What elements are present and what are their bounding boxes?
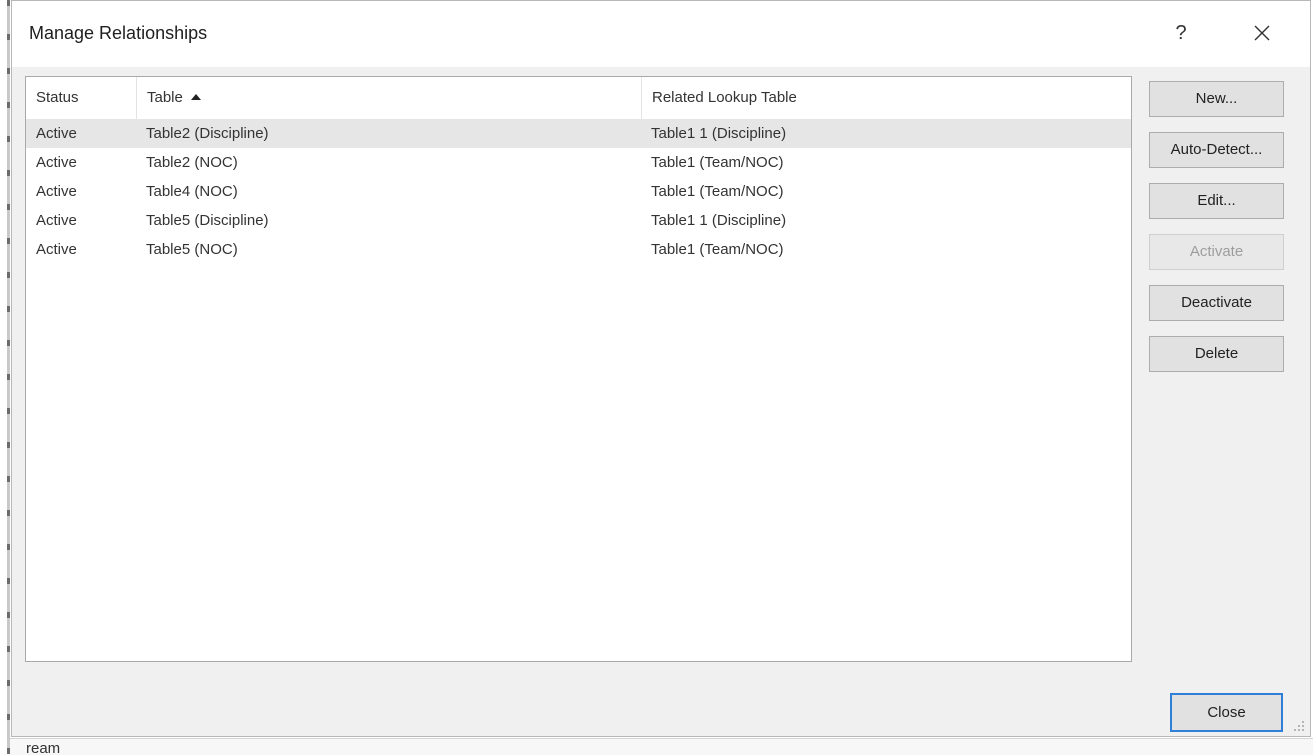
status-cell: Active — [36, 125, 77, 142]
delete-button[interactable]: Delete — [1149, 336, 1284, 372]
table-cell: Table2 (Discipline) — [146, 125, 269, 142]
manage-relationships-dialog: Manage Relationships ? Status Table Rela… — [11, 0, 1311, 737]
close-window-button[interactable] — [1248, 19, 1276, 47]
edit-button[interactable]: Edit... — [1149, 183, 1284, 219]
new-button[interactable]: New... — [1149, 81, 1284, 117]
worksheet-partial-text: ream — [26, 740, 61, 755]
table-row[interactable]: Active Table4 (NOC) Table1 (Team/NOC) — [26, 177, 1131, 206]
column-header-status[interactable]: Status — [26, 77, 136, 119]
related-table-cell: Table1 (Team/NOC) — [651, 183, 784, 200]
table-cell: Table2 (NOC) — [146, 154, 238, 171]
dialog-title: Manage Relationships — [29, 23, 208, 43]
sort-ascending-icon — [190, 94, 201, 100]
resize-grip-icon[interactable] — [1292, 719, 1306, 733]
column-header-related-lookup-table[interactable]: Related Lookup Table — [641, 77, 1131, 119]
table-cell: Table5 (NOC) — [146, 241, 238, 258]
column-header-label: Related Lookup Table — [652, 89, 797, 106]
close-button[interactable]: Close — [1170, 693, 1283, 732]
table-row[interactable]: Active Table5 (NOC) Table1 (Team/NOC) — [26, 235, 1131, 264]
deactivate-button[interactable]: Deactivate — [1149, 285, 1284, 321]
help-button[interactable]: ? — [1169, 19, 1193, 47]
status-cell: Active — [36, 212, 77, 229]
title-bar: Manage Relationships ? — [12, 1, 1310, 67]
activate-button[interactable]: Activate — [1149, 234, 1284, 270]
column-header-label: Table — [147, 89, 183, 106]
status-cell: Active — [36, 183, 77, 200]
table-cell: Table5 (Discipline) — [146, 212, 269, 229]
status-cell: Active — [36, 241, 77, 258]
close-icon — [1254, 25, 1270, 41]
table-row[interactable]: Active Table5 (Discipline) Table1 1 (Dis… — [26, 206, 1131, 235]
table-row[interactable]: Active Table2 (NOC) Table1 (Team/NOC) — [26, 148, 1131, 177]
status-cell: Active — [36, 154, 77, 171]
auto-detect-button[interactable]: Auto-Detect... — [1149, 132, 1284, 168]
related-table-cell: Table1 (Team/NOC) — [651, 154, 784, 171]
related-table-cell: Table1 (Team/NOC) — [651, 241, 784, 258]
list-header: Status Table Related Lookup Table — [26, 77, 1131, 119]
column-header-table[interactable]: Table — [136, 77, 641, 119]
worksheet-bottom-strip: ream — [10, 738, 1313, 755]
table-cell: Table4 (NOC) — [146, 183, 238, 200]
relationships-list[interactable]: Status Table Related Lookup Table Active… — [25, 76, 1132, 662]
worksheet-edge — [7, 0, 10, 754]
list-rows: Active Table2 (Discipline) Table1 1 (Dis… — [26, 119, 1131, 264]
related-table-cell: Table1 1 (Discipline) — [651, 212, 787, 229]
table-row[interactable]: Active Table2 (Discipline) Table1 1 (Dis… — [26, 119, 1131, 148]
related-table-cell: Table1 1 (Discipline) — [651, 125, 787, 142]
column-header-label: Status — [36, 89, 79, 106]
